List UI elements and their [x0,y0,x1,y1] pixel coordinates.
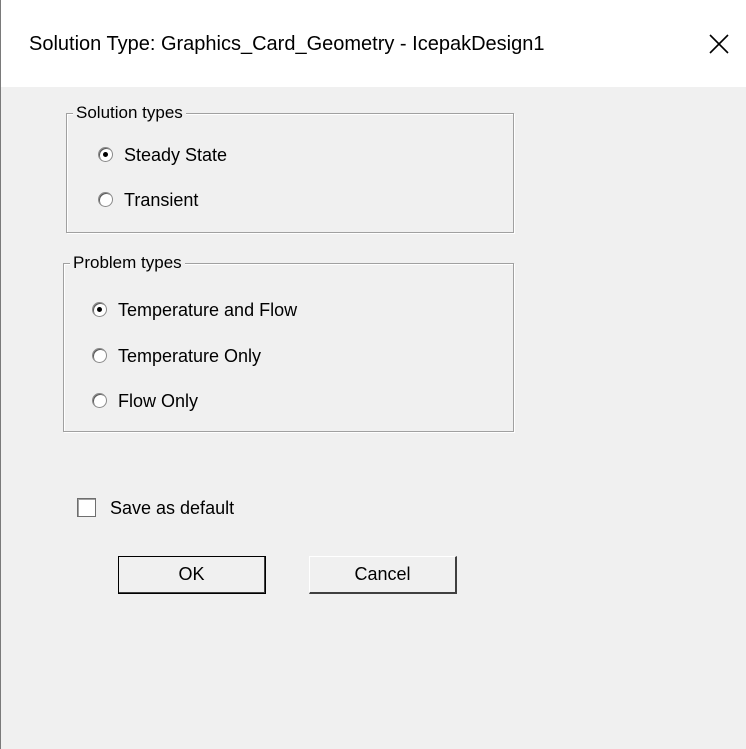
dialog-window: Solution Type: Graphics_Card_Geometry - … [0,0,746,749]
radio-button-icon [98,192,113,207]
radio-label: Steady State [124,145,228,165]
radio-label: Temperature Only [118,346,262,366]
radio-button-icon [92,348,107,363]
cancel-button[interactable]: Cancel [309,556,457,594]
radio-label: Temperature and Flow [118,300,298,320]
radio-label: Flow Only [118,391,199,411]
solution-types-legend: Solution types [73,102,186,124]
save-as-default-label: Save as default [110,498,235,518]
radio-button-icon [92,393,107,408]
checkbox-icon [77,498,96,517]
solution-types-group: Solution types Steady State Transient [66,102,514,233]
close-icon [709,34,729,54]
close-button[interactable] [691,18,746,70]
title-bar: Solution Type: Graphics_Card_Geometry - … [1,0,746,87]
window-title: Solution Type: Graphics_Card_Geometry - … [29,33,545,55]
radio-button-icon [92,302,107,317]
problem-types-group: Problem types Temperature and Flow Tempe… [63,252,514,432]
problem-types-legend: Problem types [70,252,185,274]
radio-label: Transient [124,190,199,210]
ok-button[interactable]: OK [118,556,266,594]
radio-button-icon [98,147,113,162]
